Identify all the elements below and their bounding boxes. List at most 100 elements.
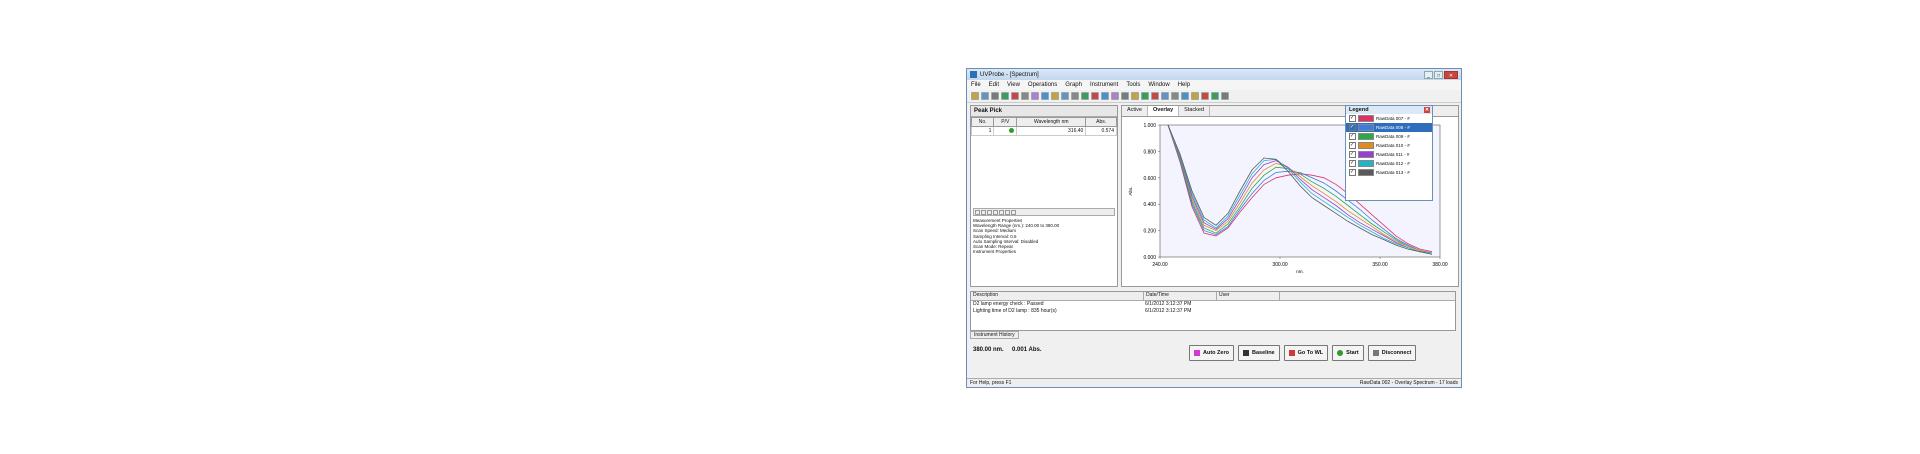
toolbar-tool-icon[interactable] — [1061, 92, 1069, 100]
maximize-button[interactable]: □ — [1434, 70, 1443, 79]
menu-view[interactable]: View — [1007, 82, 1020, 88]
legend-swatch — [1358, 124, 1374, 131]
peak-table: No. P/V Wavelength nm Abs. 1 316.40 0.57… — [970, 117, 1117, 136]
legend-item[interactable]: ✓ RawData 013 - # — [1346, 168, 1432, 177]
title-bar: UVProbe - [Spectrum] _ □ ✕ — [967, 69, 1461, 80]
toolbar-tool-icon[interactable] — [1091, 92, 1099, 100]
tool-icon[interactable] — [981, 210, 986, 215]
go-to-wl-button[interactable]: Go To WL — [1283, 345, 1329, 361]
app-icon — [970, 71, 977, 78]
tool-icon[interactable] — [999, 210, 1004, 215]
toolbar-tool-icon[interactable] — [1181, 92, 1189, 100]
legend-checkbox[interactable]: ✓ — [1349, 115, 1356, 122]
tab-overlay[interactable]: Overlay — [1147, 106, 1180, 116]
col-wavelength[interactable]: Wavelength nm — [1016, 117, 1087, 127]
menu-graph[interactable]: Graph — [1065, 82, 1082, 88]
disconnect-label: Disconnect — [1381, 350, 1412, 356]
toolbar-tool-icon[interactable] — [1011, 92, 1019, 100]
tool-icon[interactable] — [1005, 210, 1010, 215]
x-axis-label: nm. — [1296, 269, 1304, 274]
start-button[interactable]: Start — [1332, 345, 1364, 361]
tab-stacked[interactable]: Stacked — [1179, 106, 1211, 116]
legend-header: Legend ✕ — [1346, 106, 1432, 114]
tool-icon[interactable] — [1011, 210, 1016, 215]
auto-zero-button[interactable]: Auto Zero — [1189, 345, 1234, 361]
y-tick-label: 0.600 — [1143, 176, 1156, 182]
toolbar-tool-icon[interactable] — [1071, 92, 1079, 100]
toolbar-tool-icon[interactable] — [1001, 92, 1009, 100]
history-tabs: Instrument History — [970, 331, 1019, 339]
legend-item[interactable]: ✓ RawData 007 - # — [1346, 114, 1432, 123]
toolbar-tool-icon[interactable] — [1191, 92, 1199, 100]
menu-edit[interactable]: Edit — [989, 82, 999, 88]
col-abs[interactable]: Abs. — [1085, 117, 1117, 127]
col-datetime[interactable]: Date/Time — [1144, 292, 1217, 300]
toolbar-tool-icon[interactable] — [1131, 92, 1139, 100]
table-row[interactable]: 1 316.40 0.574 — [970, 126, 1117, 136]
legend-item[interactable]: ✓ RawData 010 - # — [1346, 141, 1432, 150]
legend-item[interactable]: ✓ RawData 009 - # — [1346, 132, 1432, 141]
toolbar-tool-icon[interactable] — [1041, 92, 1049, 100]
app-window: UVProbe - [Spectrum] _ □ ✕ File Edit Vie… — [966, 68, 1462, 388]
toolbar-tool-icon[interactable] — [1101, 92, 1109, 100]
peak-toolbar — [973, 208, 1115, 216]
history-row[interactable]: D2 lamp energy check : Passed 6/1/2012 3… — [971, 301, 1455, 308]
legend-label: RawData 010 - # — [1376, 143, 1410, 148]
toolbar-tool-icon[interactable] — [1141, 92, 1149, 100]
y-tick-label: 0.000 — [1143, 255, 1156, 261]
menu-operations[interactable]: Operations — [1028, 82, 1057, 88]
toolbar-tool-icon[interactable] — [1081, 92, 1089, 100]
toolbar-tool-icon[interactable] — [1111, 92, 1119, 100]
legend-checkbox[interactable]: ✓ — [1349, 169, 1356, 176]
legend-checkbox[interactable]: ✓ — [1349, 160, 1356, 167]
menu-tools[interactable]: Tools — [1126, 82, 1140, 88]
y-tick-label: 1.000 — [1143, 123, 1156, 129]
action-buttons: Auto Zero Baseline Go To WL Start Discon… — [1189, 345, 1417, 361]
tab-active[interactable]: Active — [1122, 106, 1148, 116]
toolbar-tool-icon[interactable] — [991, 92, 999, 100]
toolbar-tool-icon[interactable] — [1161, 92, 1169, 100]
history-panel: Description Date/Time User D2 lamp energ… — [970, 291, 1456, 331]
toolbar-tool-icon[interactable] — [1151, 92, 1159, 100]
toolbar-tool-icon[interactable] — [1201, 92, 1209, 100]
legend-close-icon[interactable]: ✕ — [1424, 107, 1430, 113]
close-button[interactable]: ✕ — [1444, 70, 1458, 79]
toolbar-tool-icon[interactable] — [1051, 92, 1059, 100]
legend-label: RawData 007 - # — [1376, 116, 1410, 121]
peak-pick-title: Peak Pick — [971, 106, 1117, 117]
toolbar-tool-icon[interactable] — [1221, 92, 1229, 100]
legend-item[interactable]: ✓ RawData 012 - # — [1346, 159, 1432, 168]
history-row[interactable]: Lighting time of D2 lamp : 835 hour(s) 6… — [971, 308, 1455, 315]
tool-icon[interactable] — [987, 210, 992, 215]
legend-checkbox[interactable]: ✓ — [1349, 124, 1356, 131]
col-description[interactable]: Description — [971, 292, 1144, 300]
auto-zero-icon — [1194, 350, 1200, 356]
toolbar-tool-icon[interactable] — [1031, 92, 1039, 100]
menu-instrument[interactable]: Instrument — [1090, 82, 1118, 88]
toolbar-tool-icon[interactable] — [1171, 92, 1179, 100]
tool-icon[interactable] — [993, 210, 998, 215]
legend-item[interactable]: ✓ RawData 008 - # — [1346, 123, 1432, 132]
menu-window[interactable]: Window — [1148, 82, 1169, 88]
legend-checkbox[interactable]: ✓ — [1349, 151, 1356, 158]
col-pv[interactable]: P/V — [993, 117, 1018, 127]
legend-checkbox[interactable]: ✓ — [1349, 133, 1356, 140]
minimize-button[interactable]: _ — [1424, 70, 1433, 79]
toolbar-tool-icon[interactable] — [971, 92, 979, 100]
menu-help[interactable]: Help — [1178, 82, 1190, 88]
toolbar-tool-icon[interactable] — [981, 92, 989, 100]
legend-item[interactable]: ✓ RawData 011 - # — [1346, 150, 1432, 159]
baseline-button[interactable]: Baseline — [1237, 345, 1280, 361]
menu-file[interactable]: File — [971, 82, 981, 88]
col-user[interactable]: User — [1217, 292, 1280, 300]
tool-icon[interactable] — [975, 210, 980, 215]
tab-instrument-history[interactable]: Instrument History — [970, 331, 1019, 339]
history-date: 6/1/2012 3:12:37 PM — [1145, 301, 1192, 307]
history-header: Description Date/Time User — [971, 292, 1455, 301]
legend-checkbox[interactable]: ✓ — [1349, 142, 1356, 149]
col-no[interactable]: No. — [970, 117, 995, 127]
toolbar-tool-icon[interactable] — [1211, 92, 1219, 100]
disconnect-button[interactable]: Disconnect — [1367, 345, 1417, 361]
toolbar-tool-icon[interactable] — [1121, 92, 1129, 100]
toolbar-tool-icon[interactable] — [1021, 92, 1029, 100]
